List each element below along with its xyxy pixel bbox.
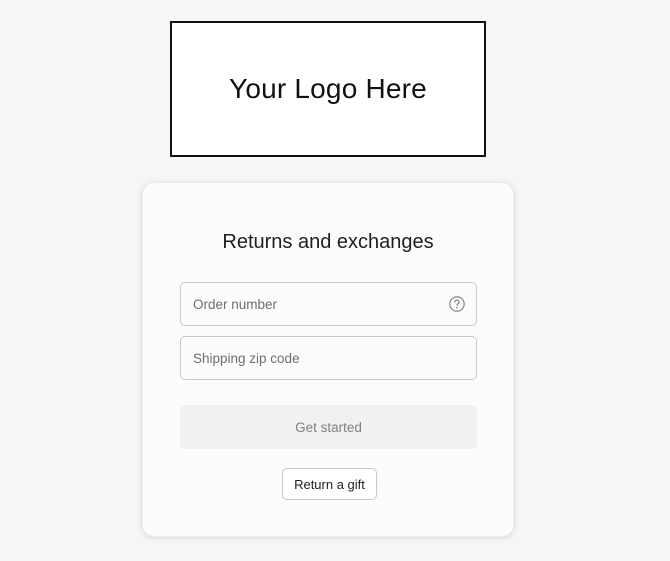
order-number-field bbox=[180, 282, 477, 326]
order-number-input[interactable] bbox=[181, 283, 476, 325]
zip-code-field bbox=[180, 336, 477, 380]
get-started-button[interactable]: Get started bbox=[180, 405, 477, 449]
card-title: Returns and exchanges bbox=[222, 231, 434, 253]
return-gift-button[interactable]: Return a gift bbox=[282, 468, 377, 500]
question-circle-icon[interactable] bbox=[449, 296, 465, 312]
zip-code-input[interactable] bbox=[181, 337, 476, 379]
logo-text: Your Logo Here bbox=[229, 73, 427, 104]
returns-card: Returns and exchanges Get started Return… bbox=[142, 182, 514, 537]
logo-placeholder: Your Logo Here bbox=[170, 21, 486, 157]
